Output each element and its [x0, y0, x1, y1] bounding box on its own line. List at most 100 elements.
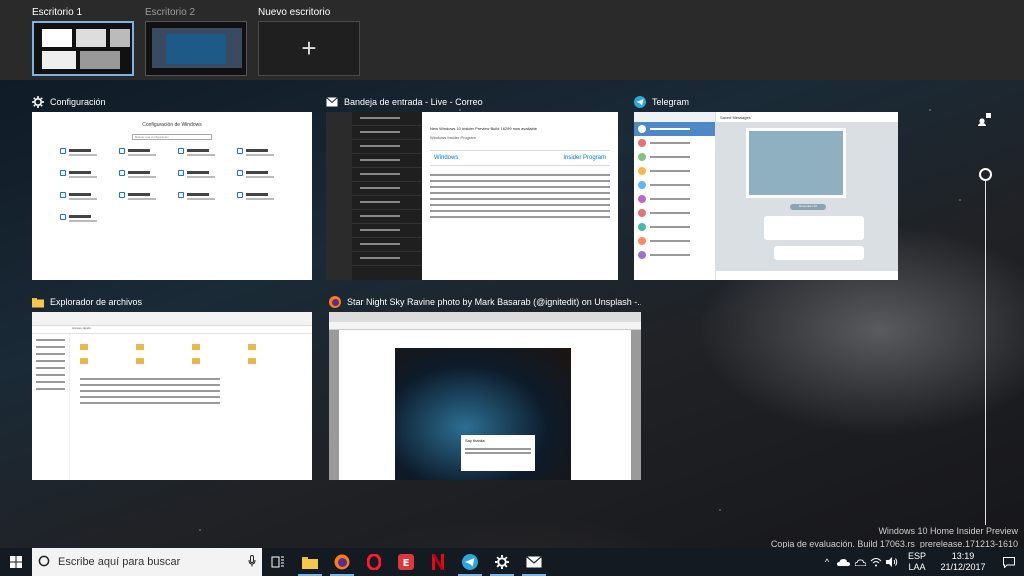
- window-settings[interactable]: Configuración Configuración de Windows B…: [32, 92, 312, 280]
- show-hidden-icons-chevron-icon[interactable]: ^: [820, 548, 834, 576]
- mail-message-list: [352, 112, 422, 280]
- explorer-ribbon: [32, 312, 312, 326]
- taskbar: Escribe aquí para buscar E ^ ESP LAA 13:…: [0, 548, 1024, 576]
- svg-text:E: E: [403, 558, 410, 569]
- window-explorer-title[interactable]: Explorador de archivos: [32, 292, 312, 312]
- firefox-icon: [329, 296, 341, 308]
- telegram-icon: [634, 96, 646, 108]
- new-desktop-label: Nuevo escritorio: [258, 7, 331, 18]
- desktop-1[interactable]: Escritorio 1: [32, 6, 134, 76]
- window-firefox[interactable]: Star Night Sky Ravine photo by Mark Basa…: [329, 292, 641, 480]
- task-view-icon: [271, 556, 284, 568]
- vpn-icon: E: [398, 554, 414, 570]
- telegram-icon: [462, 554, 478, 570]
- clock-time: 13:19: [951, 551, 975, 561]
- gear-icon: [495, 555, 509, 569]
- window-settings-title[interactable]: Configuración: [32, 92, 312, 112]
- new-desktop-button[interactable]: +: [258, 21, 360, 76]
- window-telegram[interactable]: Telegram Saved Messages December 20: [634, 92, 898, 280]
- explorer-content: [72, 334, 312, 480]
- search-placeholder: Escribe aquí para buscar: [58, 556, 181, 568]
- window-mail-title[interactable]: Bandeja de entrada - Live - Correo: [326, 92, 618, 112]
- task-view-button[interactable]: [262, 548, 294, 576]
- timeline-activity-icon[interactable]: [978, 112, 992, 126]
- window-settings-label: Configuración: [50, 97, 106, 107]
- new-desktop[interactable]: Nuevo escritorio +: [258, 6, 360, 76]
- microphone-icon[interactable]: [248, 554, 262, 570]
- mail-reading-pane: New Windows 10 Insider Preview Build 162…: [422, 112, 618, 280]
- taskbar-netflix[interactable]: [422, 548, 454, 576]
- start-button[interactable]: [0, 548, 32, 576]
- taskbar-mail[interactable]: [518, 548, 550, 576]
- desktop-2-label: Escritorio 2: [145, 7, 196, 18]
- telegram-chat-header: Saved Messages: [716, 112, 898, 122]
- volume-icon[interactable]: [884, 548, 900, 576]
- windows-logo-icon: [10, 556, 22, 568]
- gear-icon: [32, 96, 44, 108]
- window-firefox-title[interactable]: Star Night Sky Ravine photo by Mark Basa…: [329, 292, 641, 312]
- firefox-thumbnail[interactable]: Say thanks: [329, 312, 641, 480]
- mail-banner-left: Windows: [434, 155, 459, 161]
- language-code: ESP: [907, 551, 926, 561]
- desktop-2-thumbnail[interactable]: [145, 21, 247, 76]
- virtual-desktops-bar: Escritorio 1 Escritorio 2 Nuevo escritor…: [0, 0, 1024, 80]
- window-firefox-label: Star Night Sky Ravine photo by Mark Basa…: [347, 297, 641, 307]
- explorer-address: Acceso rápido: [32, 326, 312, 334]
- desktop-1-label: Escritorio 1: [32, 7, 83, 18]
- telegram-chat-list: [634, 112, 716, 280]
- taskbar-search-box[interactable]: Escribe aquí para buscar: [32, 548, 262, 576]
- explorer-thumbnail[interactable]: Acceso rápido: [32, 312, 312, 480]
- telegram-message-bubble-2: [774, 246, 864, 260]
- say-thanks-title: Say thanks: [465, 438, 485, 443]
- firefox-url-bar: [329, 322, 641, 330]
- system-tray: ^ ESP LAA 13:19 21/12/2017: [820, 548, 1024, 576]
- file-explorer-icon: [302, 556, 318, 569]
- timeline-scrubber-track[interactable]: [985, 180, 986, 525]
- taskbar-opera[interactable]: [358, 548, 390, 576]
- mail-icon: [526, 556, 542, 568]
- mail-icon: [326, 96, 338, 108]
- window-explorer-label: Explorador de archivos: [50, 297, 143, 307]
- action-center-button[interactable]: [994, 548, 1024, 576]
- mail-subject: New Windows 10 Insider Preview Build 162…: [430, 126, 537, 131]
- taskbar-expressvpn[interactable]: E: [390, 548, 422, 576]
- taskbar-settings[interactable]: [486, 548, 518, 576]
- cortana-icon: [38, 555, 50, 570]
- window-telegram-title[interactable]: Telegram: [634, 92, 898, 112]
- clock-date: 21/12/2017: [940, 562, 986, 572]
- desktop-2[interactable]: Escritorio 2: [145, 6, 247, 76]
- wifi-icon[interactable]: [868, 548, 884, 576]
- taskbar-telegram[interactable]: [454, 548, 486, 576]
- mail-sender: Windows Insider Program: [430, 135, 476, 140]
- mail-nav-pane: [326, 112, 352, 280]
- settings-thumbnail[interactable]: Configuración de Windows Buscar una conf…: [32, 112, 312, 280]
- window-mail-label: Bandeja de entrada - Live - Correo: [344, 97, 483, 107]
- firefox-page: Say thanks: [329, 330, 641, 480]
- say-thanks-card: Say thanks: [461, 435, 535, 471]
- desktop-1-thumbnail[interactable]: [32, 21, 134, 76]
- telegram-message-bubble: [764, 216, 864, 240]
- watermark-line-1: Windows 10 Home Insider Preview: [878, 526, 1018, 536]
- window-telegram-label: Telegram: [652, 97, 690, 107]
- notification-icon: [1003, 556, 1015, 568]
- folder-icon: [32, 296, 44, 308]
- onedrive-icon[interactable]: [834, 548, 852, 576]
- netflix-icon: [432, 554, 444, 570]
- window-mail[interactable]: Bandeja de entrada - Live - Correo New W…: [326, 92, 618, 280]
- opera-icon: [367, 554, 381, 570]
- firefox-icon: [334, 554, 350, 570]
- settings-grid: [60, 148, 290, 222]
- telegram-sticker-image: [746, 128, 846, 198]
- telegram-thumbnail[interactable]: Saved Messages December 20: [634, 112, 898, 280]
- settings-search: Buscar una configuración: [132, 134, 212, 140]
- taskbar-firefox[interactable]: [326, 548, 358, 576]
- clock[interactable]: 13:19 21/12/2017: [932, 551, 994, 573]
- window-explorer[interactable]: Explorador de archivos Acceso rápido: [32, 292, 312, 480]
- input-language[interactable]: ESP LAA: [902, 551, 932, 573]
- taskbar-file-explorer[interactable]: [294, 548, 326, 576]
- settings-heading: Configuración de Windows: [142, 122, 202, 128]
- cloud-icon[interactable]: [852, 548, 868, 576]
- mail-thumbnail[interactable]: New Windows 10 Insider Preview Build 162…: [326, 112, 618, 280]
- explorer-nav-pane: [32, 334, 70, 480]
- mail-banner-right: Insider Program: [563, 155, 606, 161]
